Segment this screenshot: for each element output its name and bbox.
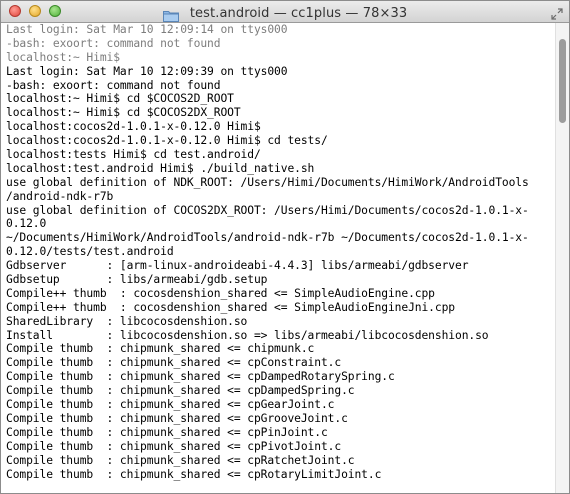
- fullscreen-icon[interactable]: [551, 5, 563, 20]
- terminal-line: Compile++ thumb : cocosdenshion_shared <…: [6, 286, 435, 300]
- terminal-line: Compile++ thumb : cocosdenshion_shared <…: [6, 300, 455, 314]
- terminal-line: Compile thumb : chipmunk_shared <= cpRat…: [6, 453, 355, 467]
- terminal-line: -bash: exoort: command not found: [6, 36, 221, 50]
- terminal-window: test.android — cc1plus — 78×33 Last logi…: [0, 0, 570, 494]
- terminal-line: -bash: exoort: command not found: [6, 78, 221, 92]
- terminal-output[interactable]: Last login: Sat Mar 10 12:09:14 on ttys0…: [1, 23, 555, 493]
- terminal-line: Compile thumb : chipmunk_shared <= cpDam…: [6, 384, 355, 398]
- terminal-line: SharedLibrary : libcocosdenshion.so: [6, 314, 248, 328]
- terminal-line: Last login: Sat Mar 10 12:09:14 on ttys0…: [6, 23, 288, 36]
- terminal-line: Gdbsetup : libs/armeabi/gdb.setup: [6, 273, 268, 287]
- folder-icon: [162, 7, 179, 22]
- terminal-line: Compile thumb : chipmunk_shared <= cpCon…: [6, 356, 342, 370]
- terminal-line: Compile thumb : chipmunk_shared <= cpPiv…: [6, 439, 342, 453]
- terminal-line: localhost:cocos2d-1.0.1-x-0.12.0 Himi$: [6, 120, 261, 134]
- title-bar[interactable]: test.android — cc1plus — 78×33: [1, 1, 569, 23]
- terminal-line: Compile thumb : chipmunk_shared <= cpGea…: [6, 398, 335, 412]
- vertical-scrollbar[interactable]: [555, 23, 569, 493]
- terminal-line: Last login: Sat Mar 10 12:09:39 on ttys0…: [6, 64, 288, 78]
- terminal-line: localhost:~ Himi$ cd $COCOS2D_ROOT: [6, 92, 234, 106]
- terminal-line: use global definition of COCOS2DX_ROOT: …: [6, 203, 529, 217]
- terminal-line: Compile thumb : chipmunk_shared <= cpDam…: [6, 370, 395, 384]
- terminal-line: Compile thumb : chipmunk_shared <= cpGro…: [6, 411, 348, 425]
- terminal-line: Compile thumb : chipmunk_shared <= chipm…: [6, 342, 315, 356]
- terminal-line: ~/Documents/HimiWork/AndroidTools/androi…: [6, 231, 529, 245]
- terminal-line: /android-ndk-r7b: [6, 189, 114, 203]
- terminal-line: localhost:~ Himi$ cd $COCOS2DX_ROOT: [6, 106, 241, 120]
- terminal-line: Compile thumb : chipmunk_shared <= cpPin…: [6, 425, 328, 439]
- terminal-line: Gdbserver : [arm-linux-androideabi-4.4.3…: [6, 259, 469, 273]
- terminal-line: 0.12.0: [6, 217, 47, 231]
- terminal-line: localhost:test.android Himi$ ./build_nat…: [6, 161, 315, 175]
- terminal-line: localhost:tests Himi$ cd test.android/: [6, 148, 261, 162]
- terminal-line: Install : libcocosdenshion.so => libs/ar…: [6, 328, 489, 342]
- terminal-line: 0.12.0/tests/test.android: [6, 245, 174, 259]
- terminal-line: localhost:cocos2d-1.0.1-x-0.12.0 Himi$ c…: [6, 134, 328, 148]
- terminal-line: use global definition of NDK_ROOT: /User…: [6, 175, 529, 189]
- window-title-wrap: test.android — cc1plus — 78×33: [1, 3, 569, 22]
- scrollbar-thumb[interactable]: [559, 39, 566, 123]
- terminal-line: localhost:~ Himi$: [6, 50, 120, 64]
- window-title: test.android — cc1plus — 78×33: [189, 6, 408, 21]
- terminal-line: Compile thumb : chipmunk_shared <= cpRot…: [6, 467, 382, 481]
